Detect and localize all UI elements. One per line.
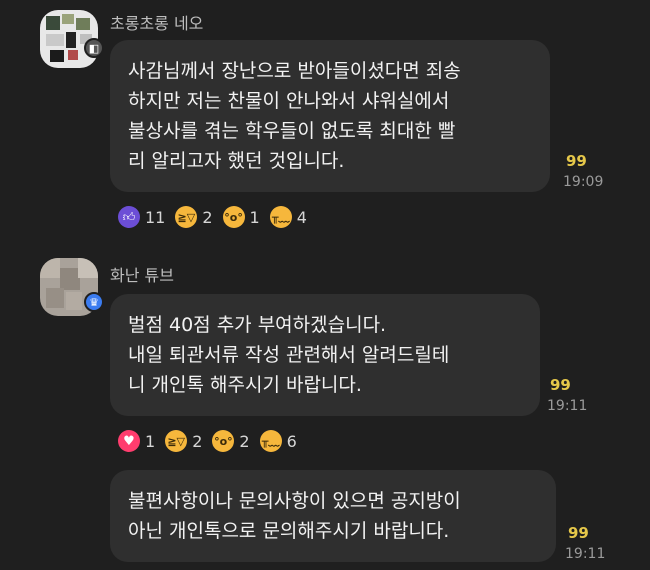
reaction-thumbs-up[interactable]: 👍︎ 11 — [118, 206, 165, 228]
host-crown-icon: ♛ — [84, 292, 104, 312]
reaction-count: 2 — [202, 207, 213, 227]
reaction-surprised[interactable]: °o° 1 — [222, 206, 260, 228]
reactions-bar: ♥ 1 ≧▽ 2 °o° 2 ╥﹏ 6 — [118, 430, 297, 452]
reaction-surprised[interactable]: °o° 2 — [212, 430, 250, 452]
message-time: 19:11 — [547, 398, 588, 414]
message-time: 19:09 — [563, 174, 604, 190]
reaction-count: 1 — [145, 431, 156, 451]
reaction-count: 6 — [286, 431, 297, 451]
surprised-face-icon: °o° — [212, 430, 235, 452]
message-bubble[interactable]: 불편사항이나 문의사항이 있으면 공지방이 아닌 개인톡으로 문의해주시기 바랍… — [110, 470, 556, 562]
reactions-bar: 👍︎ 11 ≧▽ 2 °o° 1 ╥﹏ 4 — [118, 206, 307, 228]
sad-face-icon: ╥﹏ — [269, 206, 292, 228]
message-time: 19:11 — [565, 546, 606, 562]
reaction-laugh[interactable]: ≧▽ 2 — [175, 206, 213, 228]
reaction-count: 11 — [145, 207, 166, 227]
reaction-sad[interactable]: ╥﹏ 4 — [269, 206, 307, 228]
reaction-count: 2 — [239, 431, 250, 451]
sender-name: 화난 튜브 — [110, 266, 174, 285]
sad-face-icon: ╥﹏ — [259, 430, 282, 452]
reaction-heart[interactable]: ♥ 1 — [118, 430, 155, 452]
chat-badge-icon: ◧ — [84, 38, 104, 58]
thumbs-up-icon: 👍︎ — [118, 206, 140, 228]
reaction-laugh[interactable]: ≧▽ 2 — [165, 430, 202, 452]
surprised-face-icon: °o° — [222, 206, 245, 228]
heart-icon: ♥ — [118, 430, 140, 452]
sender-name: 초롱초롱 네오 — [110, 14, 204, 33]
read-count: 99 — [568, 524, 589, 542]
reaction-count: 1 — [249, 207, 260, 227]
reaction-count: 2 — [192, 431, 203, 451]
reaction-count: 4 — [296, 207, 307, 227]
laughing-face-icon: ≧▽ — [175, 206, 198, 228]
read-count: 99 — [566, 152, 587, 170]
message-bubble[interactable]: 사감님께서 장난으로 받아들이셨다면 죄송 하지만 저는 찬물이 안나와서 샤워… — [110, 40, 550, 192]
laughing-face-icon: ≧▽ — [165, 430, 188, 452]
reaction-sad[interactable]: ╥﹏ 6 — [259, 430, 297, 452]
message-bubble[interactable]: 벌점 40점 추가 부여하겠습니다. 내일 퇴관서류 작성 관련해서 알려드릴테… — [110, 294, 540, 416]
read-count: 99 — [550, 376, 571, 394]
